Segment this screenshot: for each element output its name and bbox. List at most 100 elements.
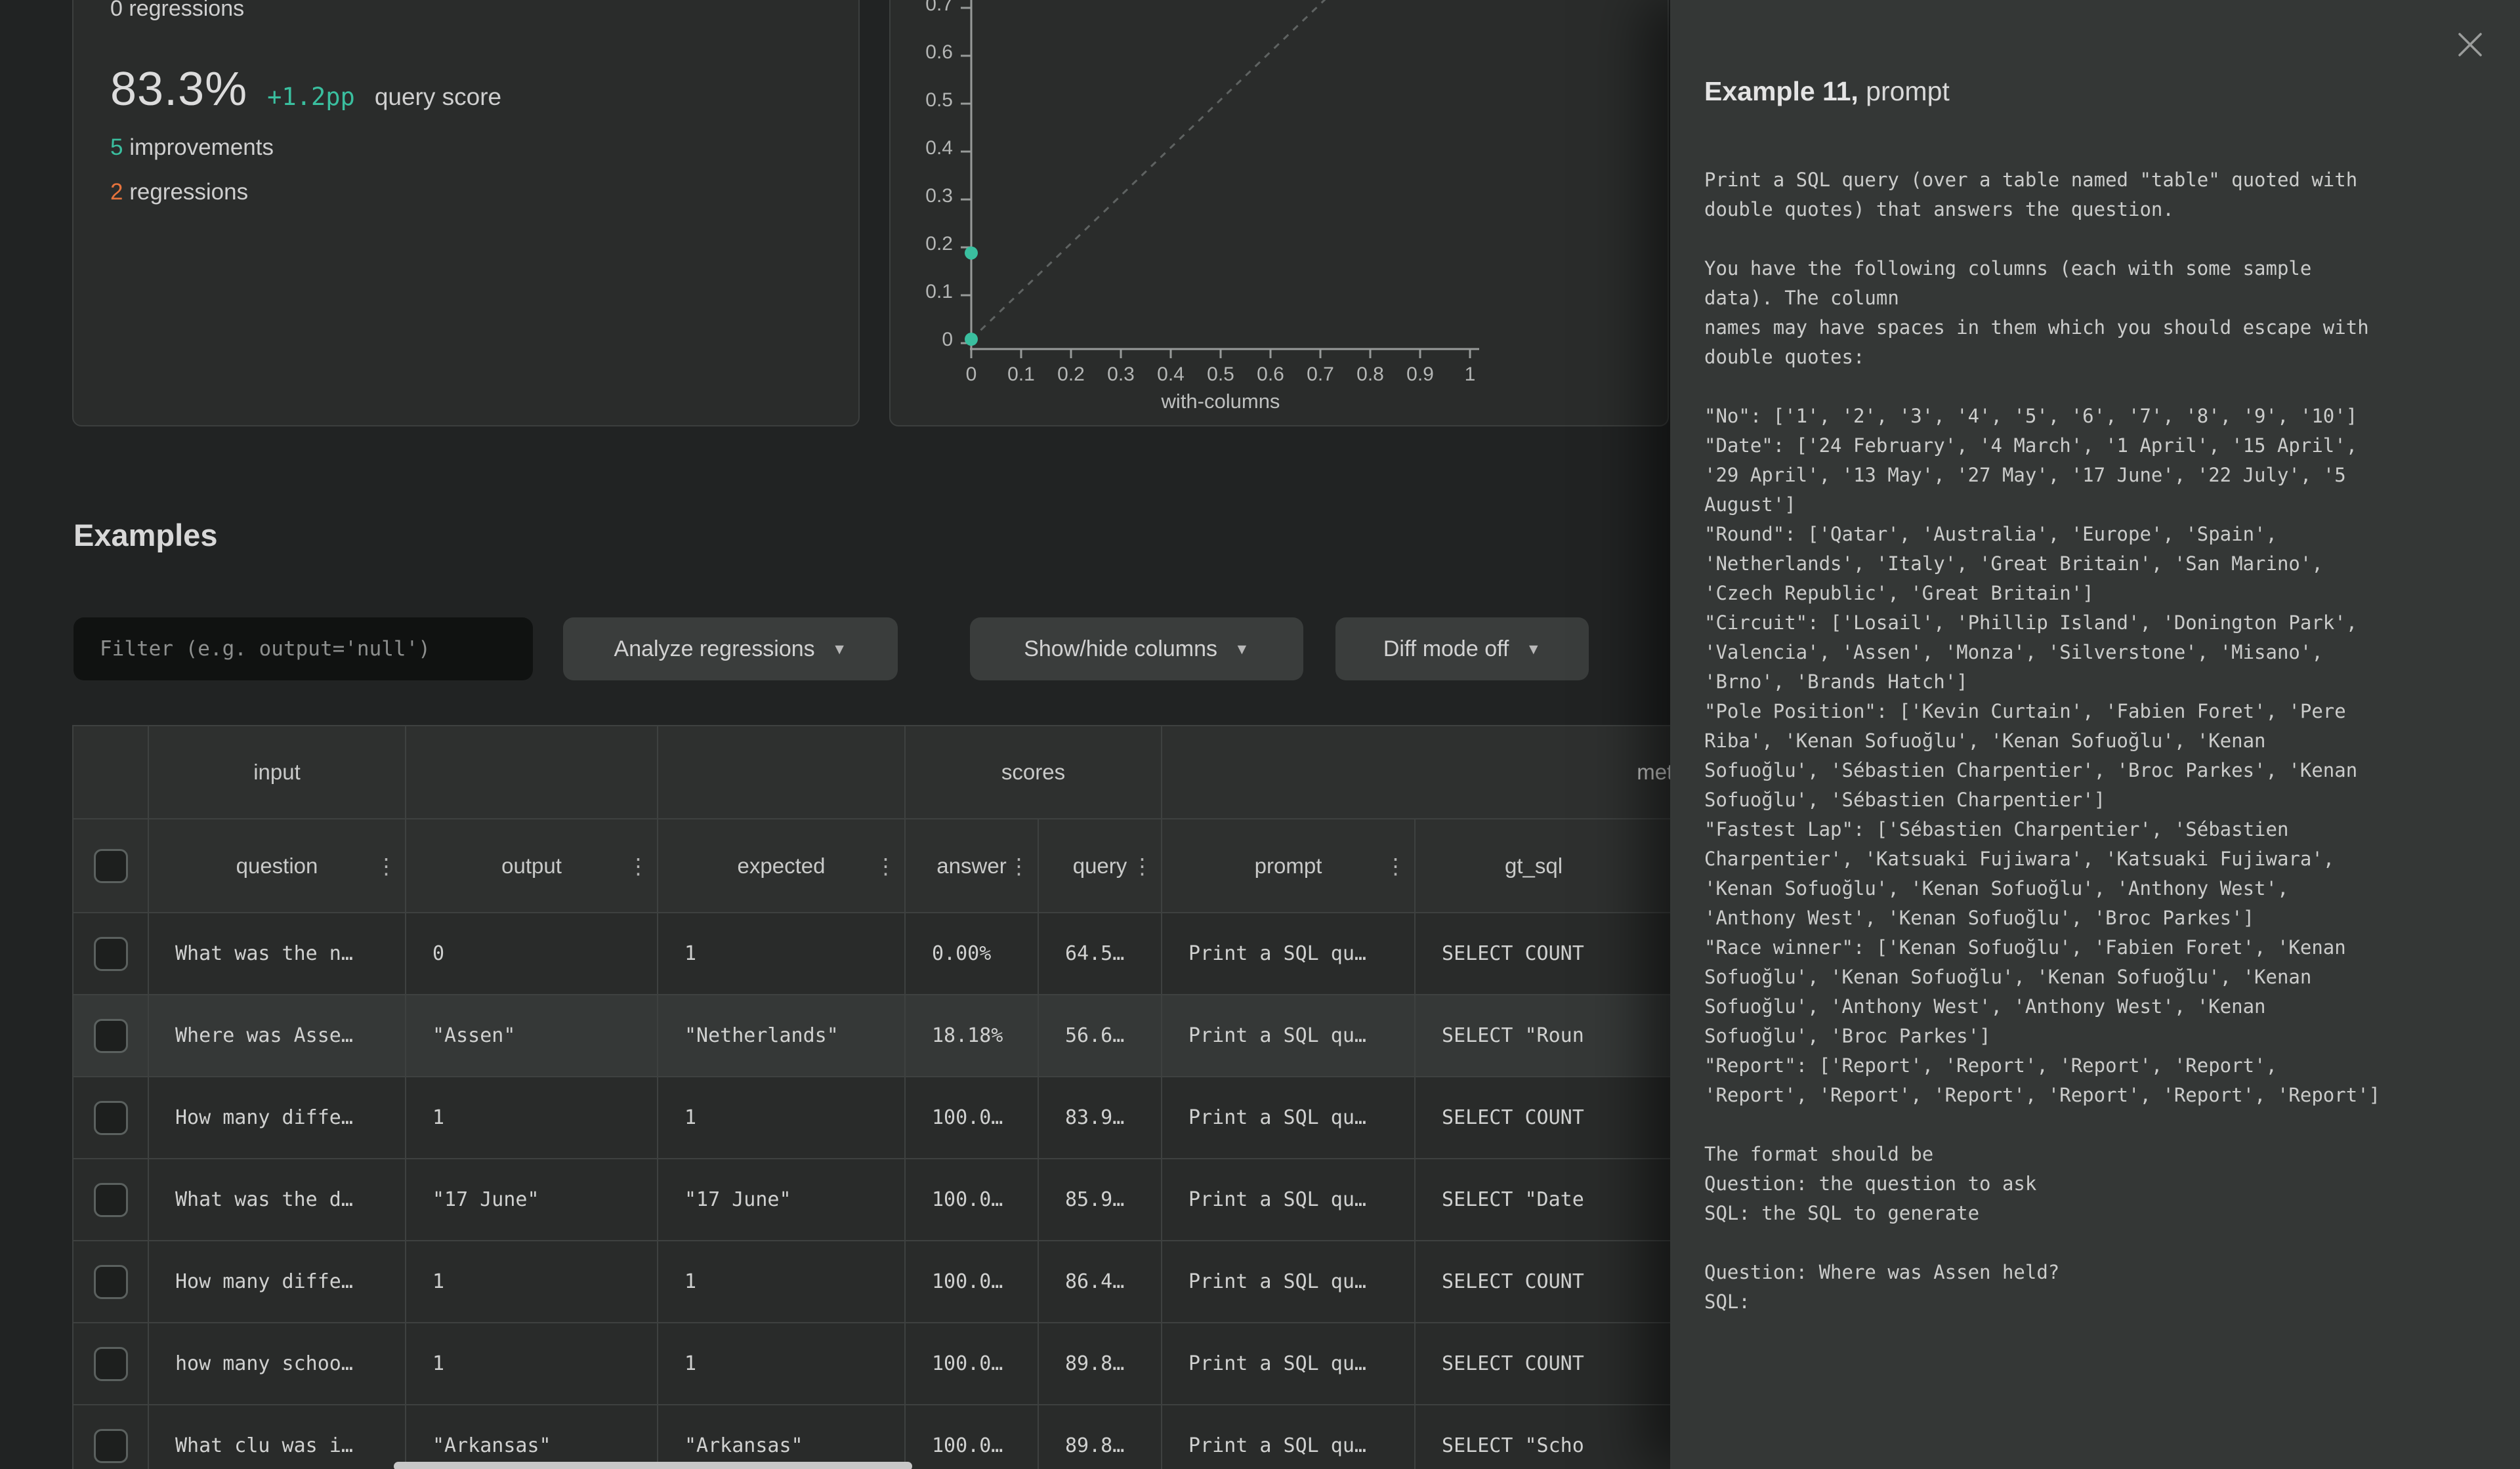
chevron-down-icon: ▼ <box>1526 640 1541 658</box>
cell-answer: 100.0… <box>905 1077 1038 1159</box>
row-checkbox-cell <box>73 1077 148 1159</box>
cell-output: "Assen" <box>406 995 658 1077</box>
row-checkbox-cell <box>73 1241 148 1323</box>
cell-output: "17 June" <box>406 1159 658 1241</box>
column-group-spacer <box>406 726 658 819</box>
column-menu-icon[interactable]: ⋮ <box>627 853 649 879</box>
column-header-label: question <box>236 854 318 878</box>
cell-expected: "Netherlands" <box>658 995 905 1077</box>
show-hide-columns-button[interactable]: Show/hide columns ▼ <box>970 617 1303 680</box>
column-header-label: expected <box>738 854 826 878</box>
show-hide-columns-label: Show/hide columns <box>1024 636 1217 662</box>
cell-expected: 1 <box>658 1241 905 1323</box>
column-header-prompt[interactable]: prompt ⋮ <box>1162 819 1415 913</box>
analyze-regressions-label: Analyze regressions <box>614 636 815 662</box>
column-menu-icon[interactable]: ⋮ <box>375 853 397 879</box>
row-checkbox-cell <box>73 913 148 995</box>
column-header-query[interactable]: query⋮ <box>1038 819 1162 913</box>
cell-query: 85.9… <box>1038 1159 1162 1241</box>
column-group-spacer <box>658 726 905 819</box>
column-menu-icon[interactable]: ⋮ <box>1385 853 1406 879</box>
column-header-label: output <box>501 854 562 878</box>
column-header-label: answer <box>936 854 1006 878</box>
cell-expected: 1 <box>658 1323 905 1405</box>
prompt-text: Print a SQL query (over a table named "t… <box>1704 165 2498 1317</box>
cell-query: 64.5… <box>1038 913 1162 995</box>
query-score-label: query score <box>375 83 501 111</box>
y-tick-label: 0.4 <box>925 137 953 159</box>
x-tick-label: 0.1 <box>1007 363 1035 385</box>
cell-answer: 100.0… <box>905 1405 1038 1469</box>
cell-output: 1 <box>406 1323 658 1405</box>
x-axis-title: with-columns <box>1161 390 1280 413</box>
x-tick-label: 0.3 <box>1107 363 1135 385</box>
row-checkbox[interactable] <box>94 1265 128 1299</box>
column-header-output[interactable]: output ⋮ <box>406 819 658 913</box>
cell-answer: 100.0… <box>905 1241 1038 1323</box>
scatter-chart: 00.10.20.30.40.50.60.700.10.20.30.40.50.… <box>891 0 1668 425</box>
examples-heading: Examples <box>74 517 217 553</box>
cell-output: 0 <box>406 913 658 995</box>
chevron-down-icon: ▼ <box>1234 640 1250 658</box>
cell-prompt: Print a SQL qu… <box>1162 995 1415 1077</box>
chart-card: 00.10.20.30.40.50.60.700.10.20.30.40.50.… <box>889 0 1669 426</box>
x-tick-label: 0.6 <box>1257 363 1284 385</box>
data-point <box>965 333 978 346</box>
improvements-line: 5 improvements <box>110 134 822 161</box>
column-menu-icon[interactable]: ⋮ <box>1008 853 1030 879</box>
column-menu-icon[interactable]: ⋮ <box>875 853 896 879</box>
row-checkbox[interactable] <box>94 1429 128 1463</box>
column-header-expected[interactable]: expected ⋮ <box>658 819 905 913</box>
row-checkbox-cell <box>73 1159 148 1241</box>
column-header-label: gt_sql <box>1505 854 1563 878</box>
x-tick-label: 0.4 <box>1157 363 1185 385</box>
y-tick-label: 0.6 <box>925 41 953 63</box>
column-header-answer[interactable]: answer⋮ <box>905 819 1038 913</box>
cell-answer: 100.0… <box>905 1159 1038 1241</box>
cell-expected: "Arkansas" <box>658 1405 905 1469</box>
row-checkbox[interactable] <box>94 1347 128 1381</box>
diff-mode-button[interactable]: Diff mode off ▼ <box>1335 617 1589 680</box>
column-header-label: prompt <box>1255 854 1322 878</box>
row-checkbox-cell <box>73 1405 148 1469</box>
regressions-line: 2 regressions <box>110 179 822 205</box>
cell-expected: 1 <box>658 1077 905 1159</box>
row-checkbox[interactable] <box>94 1101 128 1135</box>
close-icon[interactable] <box>2454 29 2486 60</box>
analyze-regressions-button[interactable]: Analyze regressions ▼ <box>563 617 898 680</box>
panel-title-field: prompt <box>1858 76 1950 106</box>
cell-expected: "17 June" <box>658 1159 905 1241</box>
cell-question: Where was Asse… <box>148 995 406 1077</box>
cell-answer: 100.0… <box>905 1323 1038 1405</box>
query-score-value: 83.3% <box>110 62 247 116</box>
x-tick-label: 0.5 <box>1207 363 1234 385</box>
cell-prompt: Print a SQL qu… <box>1162 1405 1415 1469</box>
row-checkbox[interactable] <box>94 1019 128 1053</box>
query-score-row: 83.3% +1.2pp query score <box>110 62 822 116</box>
cell-query: 89.8… <box>1038 1323 1162 1405</box>
horizontal-scrollbar-thumb[interactable] <box>394 1462 912 1469</box>
column-menu-icon[interactable]: ⋮ <box>1131 853 1153 879</box>
row-checkbox[interactable] <box>94 937 128 971</box>
select-all-checkbox[interactable] <box>94 849 128 883</box>
row-checkbox-cell <box>73 1323 148 1405</box>
cell-prompt: Print a SQL qu… <box>1162 1159 1415 1241</box>
x-tick-label: 0.9 <box>1406 363 1434 385</box>
cell-query: 56.6… <box>1038 995 1162 1077</box>
cell-prompt: Print a SQL qu… <box>1162 1323 1415 1405</box>
summary-card: 0 regressions 83.3% +1.2pp query score 5… <box>72 0 860 426</box>
filter-input[interactable] <box>74 617 533 680</box>
cell-question: What was the d… <box>148 1159 406 1241</box>
column-group-input: input <box>148 726 406 819</box>
row-checkbox[interactable] <box>94 1183 128 1217</box>
data-point <box>965 247 978 260</box>
cell-prompt: Print a SQL qu… <box>1162 1077 1415 1159</box>
column-header-question[interactable]: question ⋮ <box>148 819 406 913</box>
cell-question: How many diffe… <box>148 1241 406 1323</box>
cell-question: What was the n… <box>148 913 406 995</box>
x-tick-label: 0 <box>966 363 977 385</box>
cell-expected: 1 <box>658 913 905 995</box>
x-tick-label: 1 <box>1465 363 1476 385</box>
y-tick-label: 0.1 <box>925 281 953 302</box>
cell-query: 89.8… <box>1038 1405 1162 1469</box>
